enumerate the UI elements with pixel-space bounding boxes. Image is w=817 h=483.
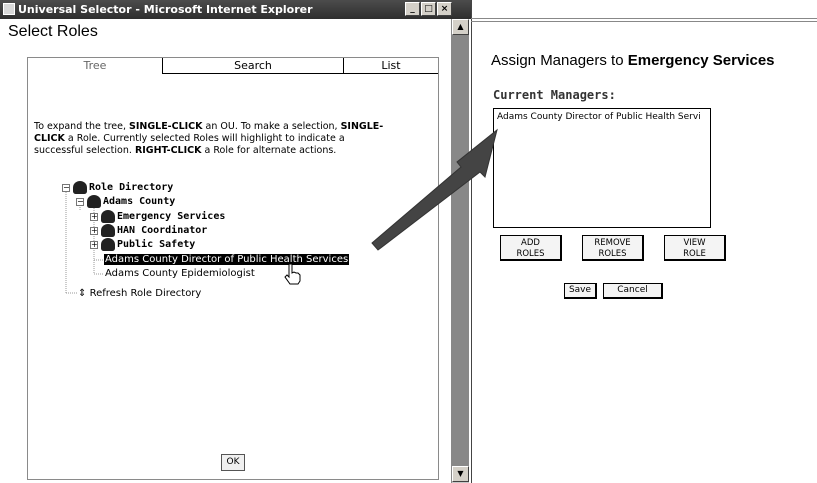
ok-button[interactable]: OK — [221, 454, 245, 471]
save-button[interactable]: Save — [564, 283, 597, 299]
tree-node-public-safety[interactable]: Public Safety — [117, 239, 195, 250]
role-group-icon — [101, 210, 115, 223]
tree-node-han-coordinator[interactable]: HAN Coordinator — [117, 225, 207, 236]
refresh-link[interactable]: ⇕ Refresh Role Directory — [78, 288, 201, 299]
tree-lines — [65, 190, 104, 294]
collapse-icon[interactable]: − — [76, 198, 84, 206]
tree-leaf[interactable]: Adams County Epidemiologist — [105, 268, 255, 279]
cancel-button[interactable]: Cancel — [603, 283, 663, 299]
list-item[interactable]: Adams County Director of Public Health S… — [497, 112, 701, 122]
remove-roles-button[interactable]: REMOVE ROLES — [582, 235, 644, 261]
frame-divider — [471, 18, 817, 22]
universal-selector-window: Universal Selector - Microsoft Internet … — [0, 0, 472, 483]
expand-icon[interactable]: + — [90, 241, 98, 249]
role-group-icon — [87, 195, 101, 208]
scrollbar[interactable]: ▲ ▼ — [451, 19, 469, 483]
role-group-icon — [73, 181, 87, 194]
tree-leaf-selected[interactable]: Adams County Director of Public Health S… — [104, 254, 350, 265]
tree-root[interactable]: Role Directory — [89, 182, 173, 193]
expand-icon[interactable]: + — [90, 227, 98, 235]
role-group-icon — [101, 224, 115, 237]
current-managers-label: Current Managers: — [493, 88, 616, 102]
tree-node-adams-county[interactable]: Adams County — [103, 196, 175, 207]
managers-listbox[interactable]: Adams County Director of Public Health S… — [493, 108, 711, 228]
collapse-icon[interactable]: − — [62, 184, 70, 192]
scroll-up-icon[interactable]: ▲ — [452, 19, 469, 35]
scroll-thumb[interactable] — [452, 35, 469, 466]
tree-leaf-label: Adams County Director of Public Health S… — [104, 254, 350, 265]
view-role-button[interactable]: VIEW ROLE — [664, 235, 726, 261]
expand-icon[interactable]: + — [90, 213, 98, 221]
assign-title-prefix: Assign Managers to — [491, 52, 628, 69]
assign-title: Assign Managers to Emergency Services — [491, 52, 775, 69]
assign-title-target: Emergency Services — [627, 52, 775, 69]
refresh-label: Refresh Role Directory — [89, 288, 202, 299]
scroll-down-icon[interactable]: ▼ — [452, 466, 469, 482]
add-roles-button[interactable]: ADD ROLES — [500, 235, 562, 261]
refresh-icon: ⇕ — [78, 288, 87, 299]
hand-cursor-icon — [284, 263, 301, 285]
tree-node-emergency-services[interactable]: Emergency Services — [117, 211, 225, 222]
role-group-icon — [101, 238, 115, 251]
